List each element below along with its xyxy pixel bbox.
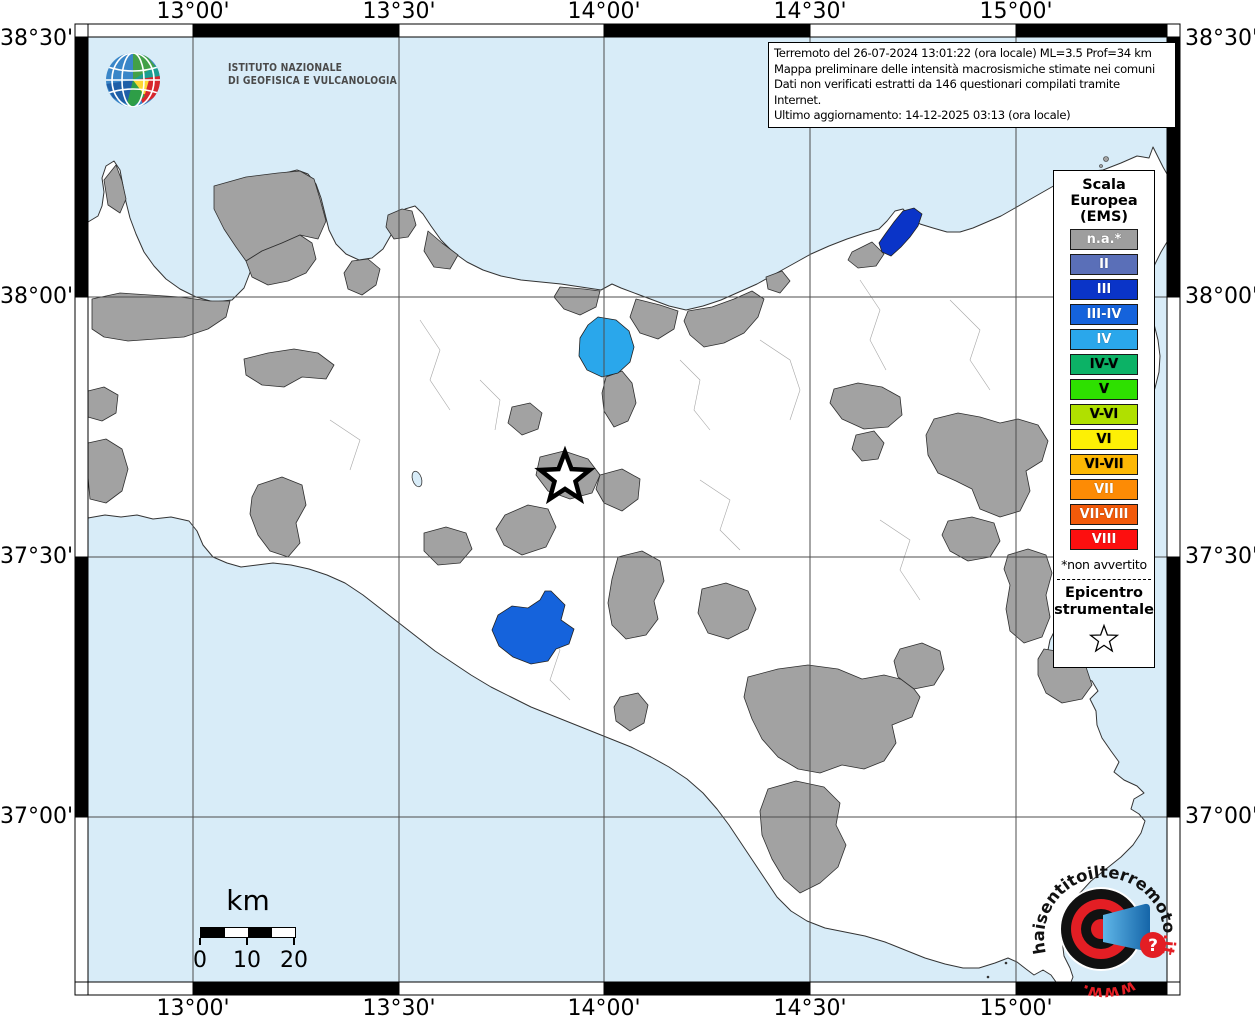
axis-label-lon: 14°00' [549, 997, 659, 1023]
legend-item-IV-V: IV-V [1070, 354, 1138, 375]
info-line-questionnaires: Dati non verificati estratti da 146 ques… [774, 77, 1170, 108]
legend-star-icon [1087, 623, 1121, 655]
axis-label-lat: 38°30' [1185, 26, 1255, 52]
legend-epicenter-label: Epicentro strumentale [1054, 585, 1154, 619]
axis-label-lat: 37°30' [0, 544, 70, 570]
axis-label-lat: 37°00' [1185, 804, 1255, 830]
islet [987, 976, 990, 979]
info-line-event: Terremoto del 26-07-2024 13:01:22 (ora l… [774, 46, 1170, 62]
legend-item-V: V [1070, 379, 1138, 400]
axis-label-lat: 38°00' [0, 284, 70, 310]
legend-item-VII-VIII: VII-VIII [1070, 504, 1138, 525]
islet [1104, 157, 1109, 162]
earthquake-info-box: Terremoto del 26-07-2024 13:01:22 (ora l… [768, 42, 1176, 128]
axis-label-lat: 38°30' [0, 26, 70, 52]
legend-divider [1057, 579, 1151, 580]
macroseismic-map-page: 13°00' 13°30' 14°00' 14°30' 15°00' 13°00… [0, 0, 1255, 1024]
axis-label-lon: 13°00' [138, 0, 248, 24]
legend-item-II: II [1070, 254, 1138, 275]
legend-title: Scala Europea (EMS) [1054, 177, 1154, 225]
scale-bar-segments [200, 927, 296, 938]
legend-item-na: n.a.* [1070, 229, 1138, 250]
scale-unit-label: km [218, 884, 278, 917]
legend-item-V-VI: V-VI [1070, 404, 1138, 425]
axis-label-lon: 15°00' [961, 0, 1071, 24]
watermark-www-text: www. [1079, 977, 1138, 1003]
legend-item-III: III [1070, 279, 1138, 300]
axis-label-lat: 37°00' [0, 804, 70, 830]
legend-item-VI: VI [1070, 429, 1138, 450]
legend-footnote: *non avvertito [1054, 557, 1154, 572]
axis-label-lon: 13°30' [344, 0, 454, 24]
question-mark: ? [1148, 936, 1158, 956]
legend-item-VII: VII [1070, 479, 1138, 500]
axis-label-lat: 38°00' [1185, 284, 1255, 310]
legend-item-VI-VII: VI-VII [1070, 454, 1138, 475]
axis-label-lon: 14°30' [755, 997, 865, 1023]
scale-tick-0: 0 [180, 948, 220, 973]
ingv-logo: ISTITUTO NAZIONALE DI GEOFISICA E VULCAN… [103, 50, 343, 112]
legend-item-VIII: VIII [1070, 529, 1138, 550]
legend-item-III-IV: III-IV [1070, 304, 1138, 325]
axis-label-lon: 13°00' [138, 997, 248, 1023]
axis-label-lon: 14°00' [549, 0, 659, 24]
info-line-map-desc: Mappa preliminare delle intensità macros… [774, 62, 1170, 78]
ingv-globe-icon [103, 50, 163, 110]
scale-tick-20: 20 [274, 948, 314, 973]
islet [1005, 962, 1008, 965]
axis-label-lon: 14°30' [755, 0, 865, 24]
scale-tick-10: 10 [227, 948, 267, 973]
info-line-updated: Ultimo aggiornamento: 14-12-2025 03:13 (… [774, 108, 1170, 124]
haisentitoilterremoto-watermark: ? haisentitoilterremoto.it www. [1023, 847, 1185, 1009]
islet [1100, 165, 1103, 168]
intensity-legend: Scala Europea (EMS) n.a.* II III III-IV … [1053, 170, 1155, 668]
legend-item-IV: IV [1070, 329, 1138, 350]
axis-label-lat: 37°30' [1185, 544, 1255, 570]
axis-label-lon: 13°30' [344, 997, 454, 1023]
ingv-org-name: ISTITUTO NAZIONALE DI GEOFISICA E VULCAN… [228, 62, 397, 88]
